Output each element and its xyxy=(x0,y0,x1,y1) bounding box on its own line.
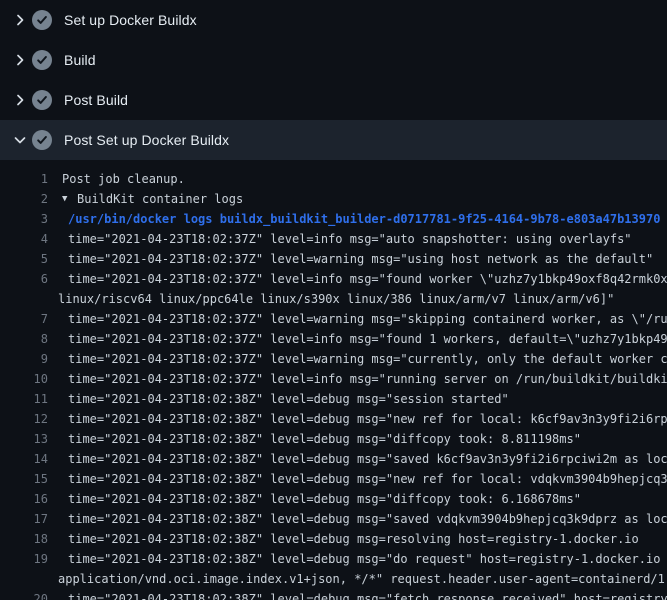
line-number[interactable]: 11 xyxy=(0,389,50,409)
log-text: time="2021-04-23T18:02:37Z" level=warnin… xyxy=(68,249,653,269)
log-line: 9 time="2021-04-23T18:02:37Z" level=warn… xyxy=(0,349,667,369)
line-number[interactable]: 6 xyxy=(0,269,50,289)
log-text: time="2021-04-23T18:02:38Z" level=debug … xyxy=(68,429,581,449)
line-number[interactable]: 10 xyxy=(0,369,50,389)
actions-log-viewer: Set up Docker Buildx Build Post Build Po… xyxy=(0,0,667,600)
line-number[interactable]: 17 xyxy=(0,509,50,529)
chevron-icon xyxy=(12,12,28,28)
line-number[interactable]: 19 xyxy=(0,549,50,569)
log-text: time="2021-04-23T18:02:38Z" level=debug … xyxy=(68,449,667,469)
log-lines: 1 Post job cleanup. 2 ▼ BuildKit contain… xyxy=(0,160,667,600)
log-text: time="2021-04-23T18:02:38Z" level=debug … xyxy=(68,489,581,509)
check-circle-icon xyxy=(32,10,52,30)
log-line: 7 time="2021-04-23T18:02:37Z" level=warn… xyxy=(0,309,667,329)
step-row-post-build[interactable]: Post Build xyxy=(0,80,667,120)
line-number[interactable]: 12 xyxy=(0,409,50,429)
log-text: time="2021-04-23T18:02:38Z" level=debug … xyxy=(68,589,667,600)
log-line: 10 time="2021-04-23T18:02:37Z" level=inf… xyxy=(0,369,667,389)
line-number[interactable]: 13 xyxy=(0,429,50,449)
group-toggle-icon[interactable]: ▼ xyxy=(62,189,77,209)
line-number[interactable]: 20 xyxy=(0,589,50,600)
log-line: 18 time="2021-04-23T18:02:38Z" level=deb… xyxy=(0,529,667,549)
log-text: time="2021-04-23T18:02:38Z" level=debug … xyxy=(68,409,667,429)
log-line: 3 /usr/bin/docker logs buildx_buildkit_b… xyxy=(0,209,667,229)
chevron-icon xyxy=(12,132,28,148)
chevron-icon xyxy=(12,92,28,108)
step-row-post-set-up-docker-buildx[interactable]: Post Set up Docker Buildx xyxy=(0,120,667,160)
step-label: Post Set up Docker Buildx xyxy=(64,132,229,148)
line-number[interactable]: 1 xyxy=(0,169,50,189)
line-number[interactable]: 14 xyxy=(0,449,50,469)
step-label: Build xyxy=(64,52,96,68)
log-text: linux/riscv64 linux/ppc64le linux/s390x … xyxy=(58,289,614,309)
log-text: Post job cleanup. xyxy=(62,169,185,189)
log-text: time="2021-04-23T18:02:38Z" level=debug … xyxy=(68,549,667,569)
line-number[interactable]: 16 xyxy=(0,489,50,509)
log-line: application/vnd.oci.image.index.v1+json,… xyxy=(0,569,667,589)
line-number[interactable]: 4 xyxy=(0,229,50,249)
step-label: Set up Docker Buildx xyxy=(64,12,197,28)
log-text: time="2021-04-23T18:02:37Z" level=info m… xyxy=(68,329,667,349)
chevron-icon xyxy=(12,52,28,68)
log-line: 5 time="2021-04-23T18:02:37Z" level=warn… xyxy=(0,249,667,269)
line-number[interactable] xyxy=(0,569,50,589)
line-number[interactable]: 2 xyxy=(0,189,50,209)
line-number[interactable]: 5 xyxy=(0,249,50,269)
line-number[interactable]: 18 xyxy=(0,529,50,549)
check-circle-icon xyxy=(32,130,52,150)
log-line: 11 time="2021-04-23T18:02:38Z" level=deb… xyxy=(0,389,667,409)
log-text: time="2021-04-23T18:02:37Z" level=info m… xyxy=(68,269,667,289)
log-line: 6 time="2021-04-23T18:02:37Z" level=info… xyxy=(0,269,667,289)
steps-list: Set up Docker Buildx Build Post Build Po… xyxy=(0,0,667,160)
log-text: time="2021-04-23T18:02:38Z" level=debug … xyxy=(68,469,667,489)
step-row-build[interactable]: Build xyxy=(0,40,667,80)
log-text: application/vnd.oci.image.index.v1+json,… xyxy=(58,569,667,589)
log-text: BuildKit container logs xyxy=(77,189,243,209)
log-line: 2 ▼ BuildKit container logs xyxy=(0,189,667,209)
log-line: 17 time="2021-04-23T18:02:38Z" level=deb… xyxy=(0,509,667,529)
log-text: time="2021-04-23T18:02:37Z" level=info m… xyxy=(68,369,667,389)
line-number[interactable]: 15 xyxy=(0,469,50,489)
log-text: /usr/bin/docker logs buildx_buildkit_bui… xyxy=(68,209,660,229)
log-text: time="2021-04-23T18:02:38Z" level=debug … xyxy=(68,529,639,549)
log-line: 1 Post job cleanup. xyxy=(0,169,667,189)
line-number[interactable]: 7 xyxy=(0,309,50,329)
log-line: 14 time="2021-04-23T18:02:38Z" level=deb… xyxy=(0,449,667,469)
step-row-set-up-docker-buildx[interactable]: Set up Docker Buildx xyxy=(0,0,667,40)
log-line: 15 time="2021-04-23T18:02:38Z" level=deb… xyxy=(0,469,667,489)
log-line: 20 time="2021-04-23T18:02:38Z" level=deb… xyxy=(0,589,667,600)
log-line: 19 time="2021-04-23T18:02:38Z" level=deb… xyxy=(0,549,667,569)
step-label: Post Build xyxy=(64,92,128,108)
log-line: 13 time="2021-04-23T18:02:38Z" level=deb… xyxy=(0,429,667,449)
log-line: 16 time="2021-04-23T18:02:38Z" level=deb… xyxy=(0,489,667,509)
line-number[interactable]: 9 xyxy=(0,349,50,369)
log-text: time="2021-04-23T18:02:37Z" level=warnin… xyxy=(68,349,667,369)
check-circle-icon xyxy=(32,90,52,110)
line-number[interactable]: 3 xyxy=(0,209,50,229)
log-text: time="2021-04-23T18:02:37Z" level=warnin… xyxy=(68,309,667,329)
log-line: linux/riscv64 linux/ppc64le linux/s390x … xyxy=(0,289,667,309)
log-text: time="2021-04-23T18:02:38Z" level=debug … xyxy=(68,509,667,529)
check-circle-icon xyxy=(32,50,52,70)
log-text: time="2021-04-23T18:02:37Z" level=info m… xyxy=(68,229,632,249)
log-line: 8 time="2021-04-23T18:02:37Z" level=info… xyxy=(0,329,667,349)
log-line: 4 time="2021-04-23T18:02:37Z" level=info… xyxy=(0,229,667,249)
line-number[interactable]: 8 xyxy=(0,329,50,349)
log-line: 12 time="2021-04-23T18:02:38Z" level=deb… xyxy=(0,409,667,429)
line-number[interactable] xyxy=(0,289,50,309)
log-text: time="2021-04-23T18:02:38Z" level=debug … xyxy=(68,389,509,409)
